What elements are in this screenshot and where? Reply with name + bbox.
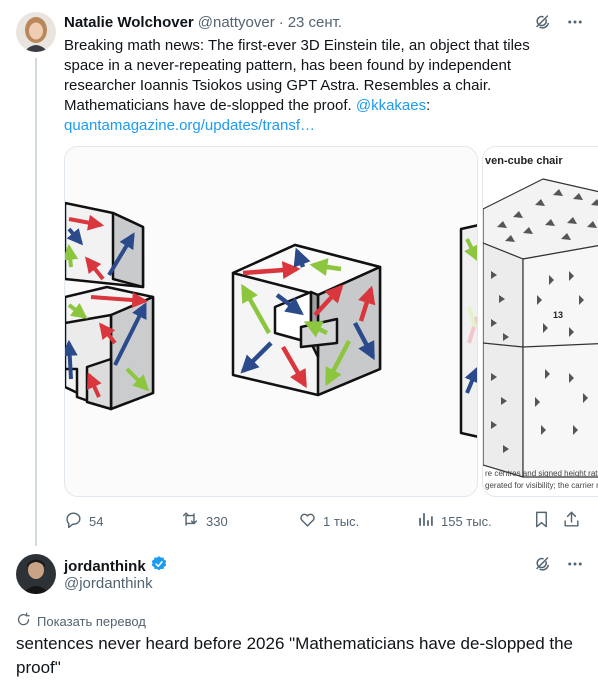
share-icon	[562, 510, 581, 532]
repost-icon	[180, 510, 200, 532]
tweet1-body: Breaking math news: The first-ever 3D Ei…	[64, 36, 584, 136]
chair-cell-number: 13	[553, 310, 564, 320]
author-handle[interactable]: @nattyover	[198, 14, 275, 31]
views-count: 155 тыс.	[441, 513, 492, 529]
separator-dot: ·	[278, 13, 284, 31]
tweet-text-line: space in a never-repeating pattern, has …	[64, 57, 511, 74]
like-icon	[298, 510, 317, 532]
more-icon[interactable]	[566, 13, 584, 31]
mention-suffix: :	[426, 97, 431, 114]
media-image-chair-diagram[interactable]: ven-cube chair 13 re centres and signed …	[482, 146, 598, 497]
tweet2-header-actions	[534, 555, 584, 573]
tweet-date[interactable]: 23 сент.	[288, 14, 342, 31]
tweet1-header-actions	[534, 13, 584, 31]
views-icon	[416, 510, 435, 532]
image-footer-line: gerated for visibility; the carrier re	[485, 481, 598, 490]
tweet-text-line: researcher Ioannis Tsiokos using GPT Ast…	[64, 77, 492, 94]
bookmark-icon	[532, 510, 551, 532]
translate-icon	[16, 612, 31, 630]
image-footer-line: re centres and signed height rat	[485, 469, 598, 478]
reply-icon	[64, 510, 83, 532]
author-handle[interactable]: @jordanthink	[64, 575, 153, 592]
repost-count: 330	[206, 513, 228, 529]
tweet-header: Natalie Wolchover @nattyover · 23 сент.	[64, 12, 342, 32]
jordanthink-avatar[interactable]	[16, 554, 56, 594]
repost-button[interactable]: 330	[180, 510, 228, 532]
bookmark-button[interactable]	[532, 510, 551, 532]
thread-connector-line	[35, 58, 37, 546]
author-name[interactable]: Natalie Wolchover	[64, 14, 194, 31]
show-translation-button[interactable]: Показать перевод	[16, 612, 146, 630]
grok-icon[interactable]	[534, 555, 552, 573]
verified-badge-icon	[150, 555, 168, 577]
tweet2-body: sentences never heard before 2026 "Mathe…	[16, 634, 574, 677]
tweet2-author: jordanthink	[64, 555, 168, 577]
like-count: 1 тыс.	[323, 513, 360, 529]
like-button[interactable]: 1 тыс.	[298, 510, 359, 532]
tweet-text-line-with-mention: Mathematicians have de-slopped the proof…	[64, 96, 584, 116]
grok-icon[interactable]	[534, 13, 552, 31]
views-button[interactable]: 155 тыс.	[416, 510, 492, 532]
mention-link[interactable]: @kkakaes	[356, 97, 426, 114]
media-image-tile-cubes[interactable]	[64, 146, 478, 497]
tweet-text-line: Breaking math news: The first-ever 3D Ei…	[64, 37, 530, 54]
share-button[interactable]	[562, 510, 581, 532]
natalie-avatar[interactable]	[16, 12, 56, 52]
more-icon[interactable]	[566, 555, 584, 573]
article-link[interactable]: quantamagazine.org/updates/transf…	[64, 116, 584, 136]
author-name[interactable]: jordanthink	[64, 558, 146, 575]
tweet-text-line: Mathematicians have de-slopped the proof…	[64, 97, 356, 114]
reply-count: 54	[89, 513, 104, 529]
show-translation-label: Показать перевод	[37, 613, 146, 629]
reply-button[interactable]: 54	[64, 510, 103, 532]
tweet1-action-bar: 54 330 1 тыс. 155 тыс.	[64, 510, 584, 532]
